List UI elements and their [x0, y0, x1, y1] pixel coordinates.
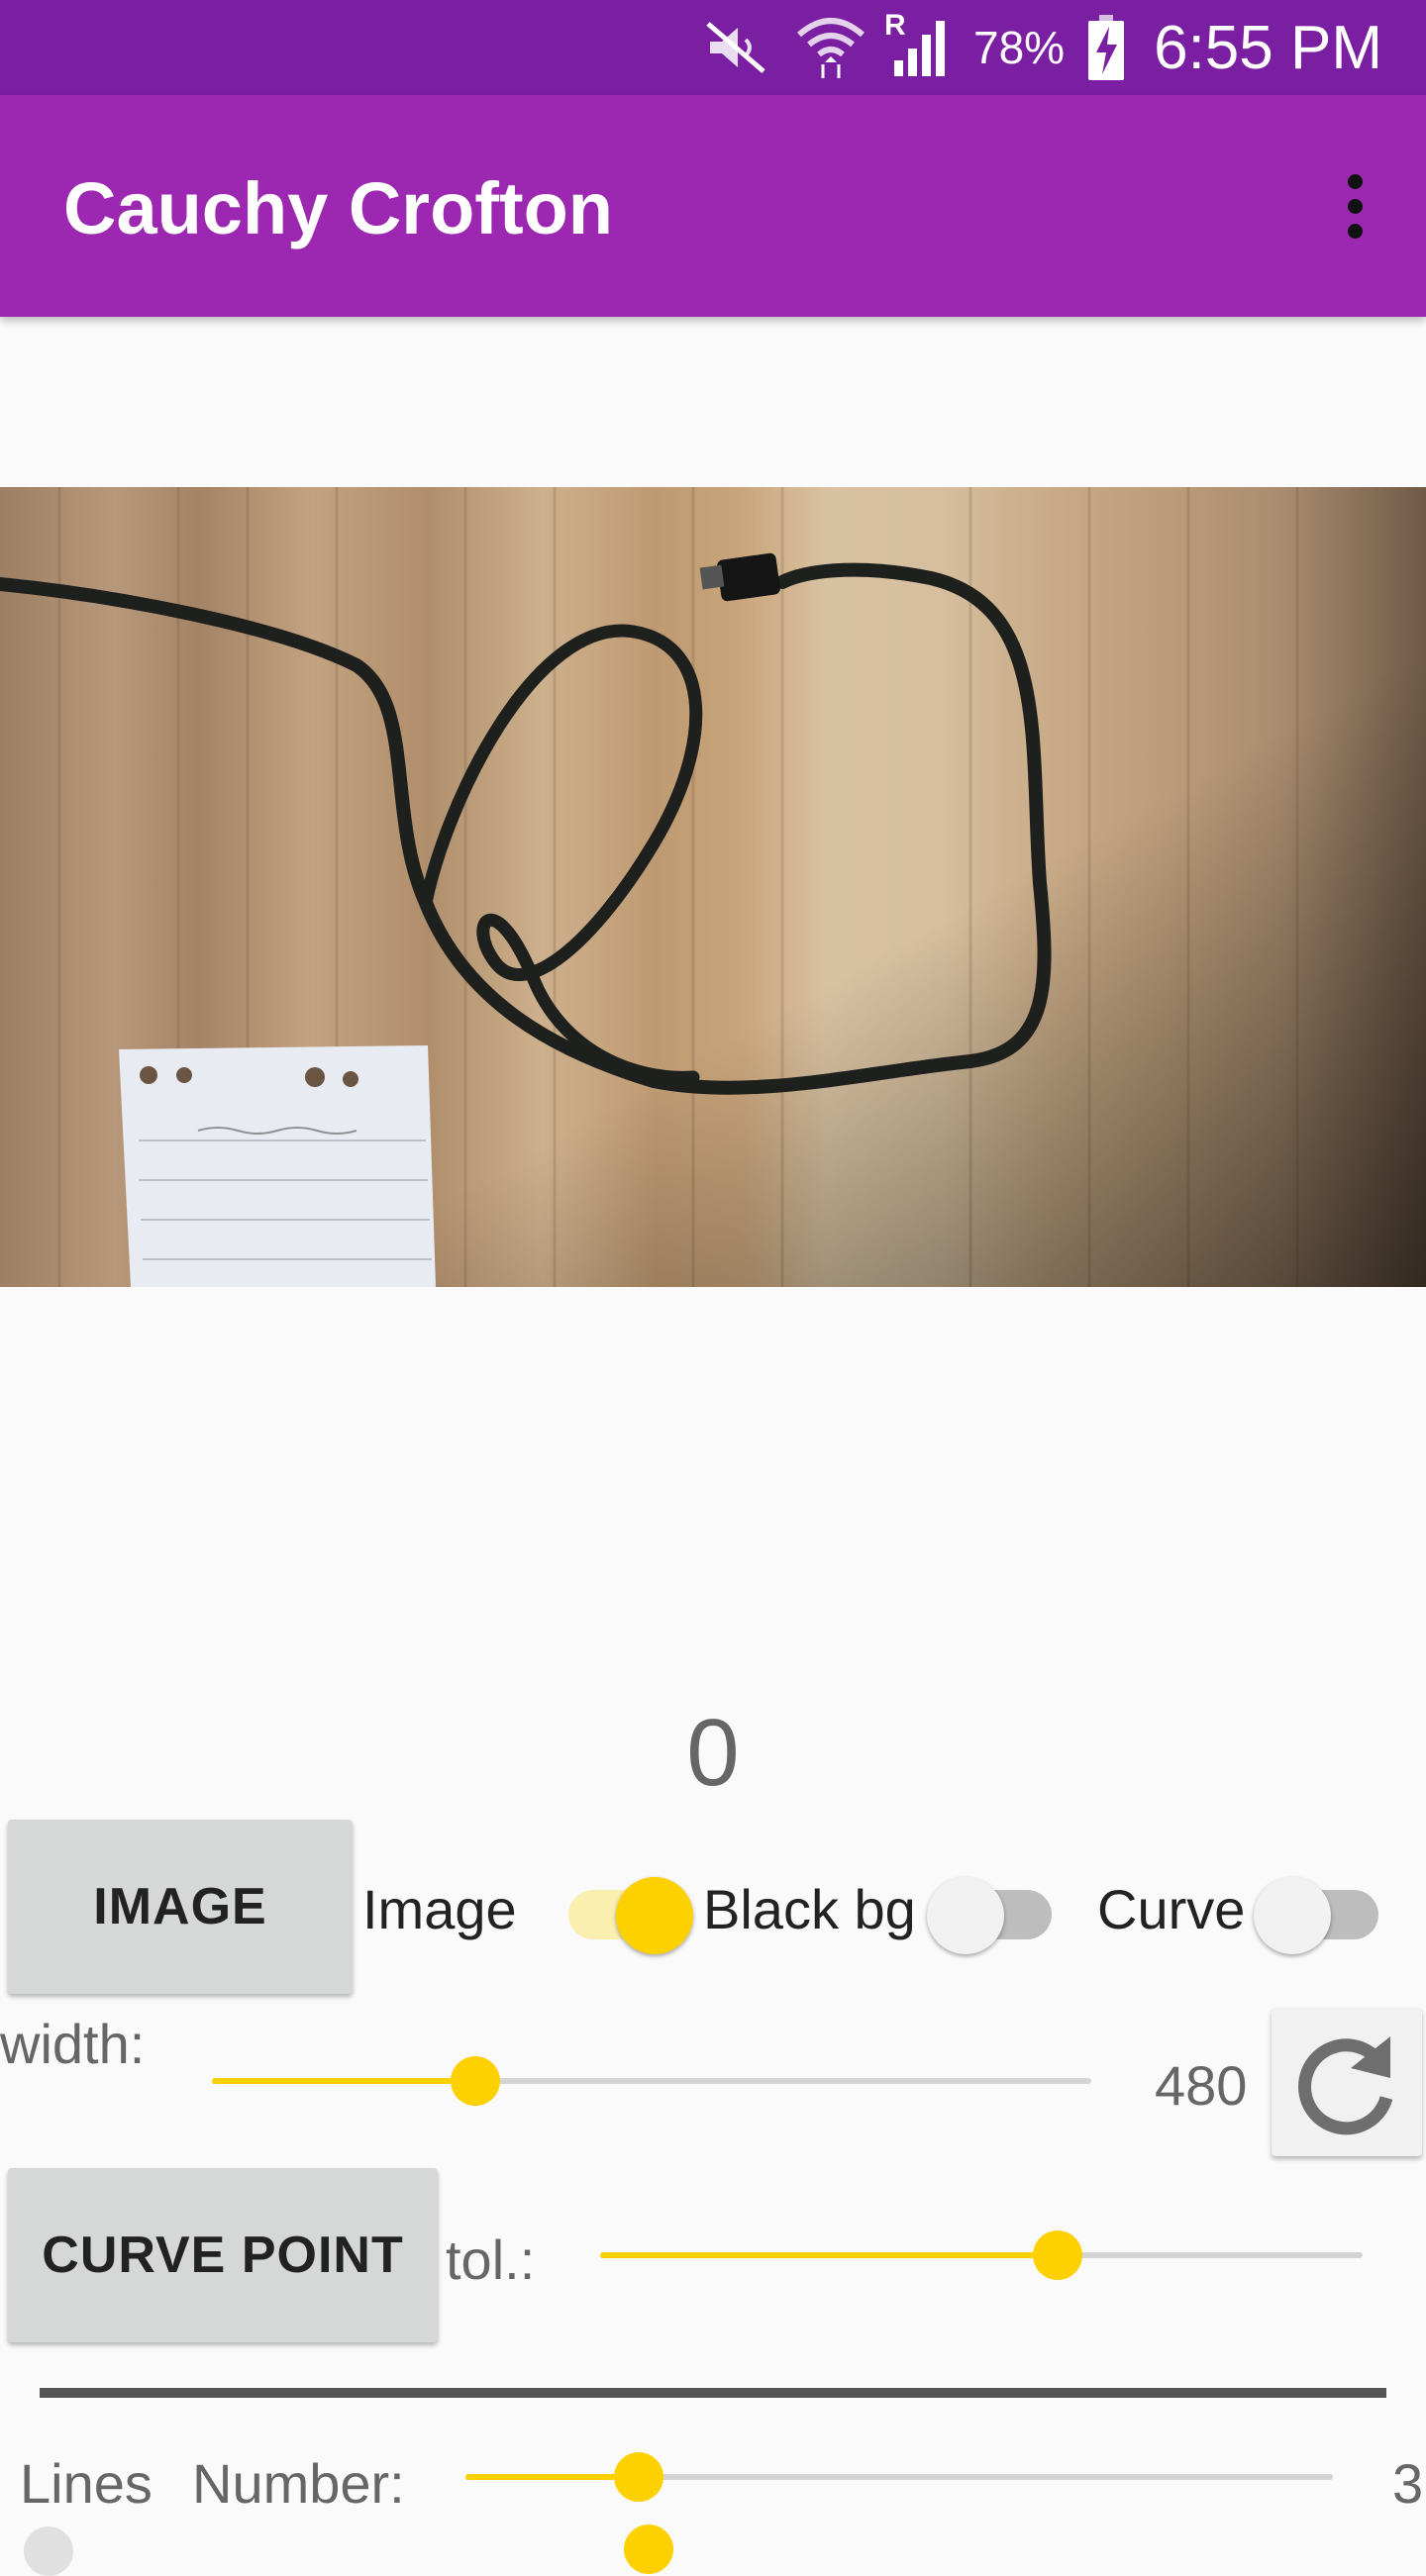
image-switch-label: Image [362, 1878, 517, 1940]
number-value: 3 [1392, 2452, 1424, 2515]
wifi-icon [795, 13, 866, 82]
photo-preview[interactable] [0, 487, 1426, 1287]
refresh-button[interactable] [1272, 2008, 1422, 2156]
width-value: 480 [1155, 2054, 1248, 2117]
app-title: Cauchy Crofton [63, 167, 613, 249]
slider-knob[interactable] [451, 2056, 501, 2106]
lines-label: Lines [20, 2452, 153, 2515]
app-bar: Cauchy Crofton [0, 95, 1426, 317]
curve-switch[interactable] [1254, 1867, 1386, 1954]
crossing-count: 0 [686, 1700, 740, 1806]
slider-fill [600, 2252, 1058, 2258]
slider-fill [465, 2474, 640, 2480]
status-icons: R 78% 6:55 PM [702, 0, 1382, 95]
slider-knob[interactable] [614, 2452, 664, 2502]
width-label: width: [0, 2013, 146, 2075]
menu-dot [1347, 223, 1363, 239]
refresh-icon [1298, 2036, 1393, 2135]
roaming-indicator: R [884, 9, 906, 42]
section-divider [40, 2388, 1386, 2398]
menu-dot [1347, 198, 1363, 214]
menu-dot [1347, 173, 1363, 189]
tol-slider[interactable] [600, 2226, 1363, 2285]
clock: 6:55 PM [1154, 13, 1382, 82]
overflow-menu-icon[interactable] [1313, 164, 1396, 248]
slider-fill [212, 2078, 476, 2084]
image-switch[interactable] [560, 1867, 693, 1954]
number-label: Number: [192, 2452, 405, 2515]
width-slider[interactable] [212, 2051, 1091, 2111]
curve-switch-label: Curve [1097, 1878, 1246, 1940]
switch-thumb [1254, 1877, 1331, 1954]
mute-icon [702, 18, 773, 77]
black-bg-switch[interactable] [927, 1867, 1060, 1954]
signal-icon: R [884, 9, 952, 80]
slider-knob-partial[interactable] [624, 2525, 673, 2574]
switch-thumb [927, 1877, 1004, 1954]
curve-point-button[interactable]: CURVE POINT [8, 2168, 438, 2342]
battery-percent: 78% [973, 22, 1066, 73]
black-bg-switch-label: Black bg [703, 1878, 916, 1940]
number-slider[interactable] [465, 2447, 1333, 2507]
battery-charging-icon [1086, 13, 1126, 82]
image-button[interactable]: IMAGE [8, 1820, 353, 1994]
tol-label: tol.: [446, 2229, 536, 2291]
switch-thumb [616, 1877, 693, 1954]
cable-photo [0, 487, 1426, 1287]
slider-knob[interactable] [1033, 2230, 1082, 2280]
status-bar: R 78% 6:55 PM [0, 0, 1426, 95]
